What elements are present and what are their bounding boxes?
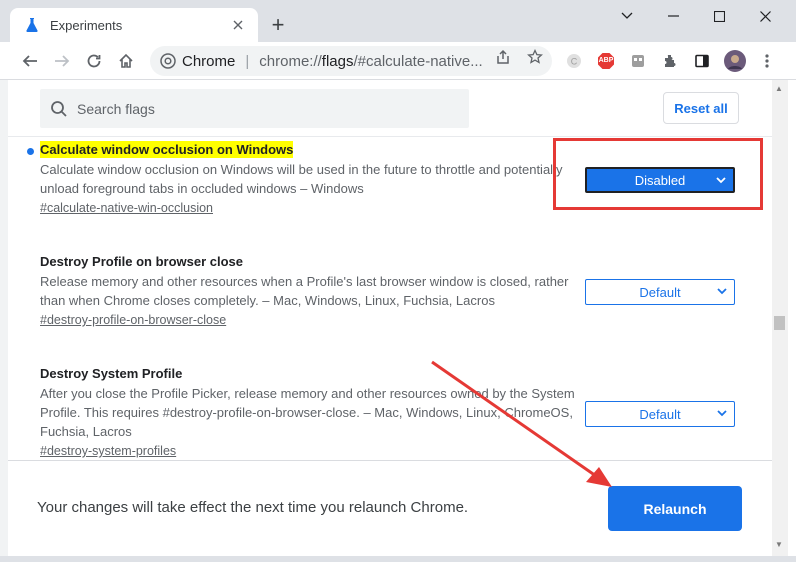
back-arrow-icon[interactable] (17, 48, 43, 74)
maximize-icon[interactable] (696, 0, 742, 32)
window-bottom-edge (0, 556, 796, 562)
tab-experiments[interactable]: Experiments (10, 8, 258, 42)
side-panel-icon[interactable] (693, 52, 711, 70)
share-icon[interactable] (494, 48, 512, 66)
tab-title: Experiments (50, 17, 123, 33)
scroll-down-arrow-icon[interactable]: ▼ (775, 540, 783, 549)
kebab-menu-icon[interactable] (758, 52, 776, 70)
browser-toolbar: Chrome | chrome://flags/#calculate-nativ… (0, 42, 796, 80)
bookmark-star-icon[interactable] (526, 48, 544, 66)
c-extension-icon[interactable]: C (565, 52, 583, 70)
abp-label: ABP (598, 57, 614, 64)
scroll-up-arrow-icon[interactable]: ▲ (775, 84, 783, 93)
window-close-icon[interactable] (742, 0, 788, 32)
minimize-icon[interactable] (650, 0, 696, 32)
close-tab-icon[interactable] (228, 15, 248, 35)
annotation-arrow (431, 360, 612, 487)
tab-strip: Experiments + (0, 0, 796, 42)
avatar[interactable] (724, 50, 746, 72)
forward-arrow-icon[interactable] (49, 48, 75, 74)
omnibox-separator: | (245, 52, 250, 70)
new-tab-button[interactable]: + (266, 13, 290, 37)
chrome-logo-icon (160, 53, 176, 69)
reload-icon[interactable] (81, 48, 107, 74)
page-scrollbar[interactable]: ▲ ▼ (772, 80, 788, 556)
site-label: Chrome (182, 52, 236, 70)
scroll-thumb[interactable] (774, 316, 785, 330)
abp-icon[interactable]: ABP (597, 52, 615, 70)
address-bar[interactable]: Chrome | chrome://flags/#calculate-nativ… (150, 46, 552, 76)
flags-page: Search flags Reset all Calculate window … (8, 80, 772, 556)
background-window-edge (788, 80, 796, 562)
media-router-icon[interactable] (629, 52, 647, 70)
puzzle-icon[interactable] (661, 52, 679, 70)
home-icon[interactable] (113, 48, 139, 74)
flask-icon (26, 18, 38, 32)
tab-search-chevron-icon[interactable] (604, 0, 650, 32)
url-text: chrome://flags/#calculate-native... (259, 52, 483, 70)
svg-text:C: C (571, 57, 578, 67)
